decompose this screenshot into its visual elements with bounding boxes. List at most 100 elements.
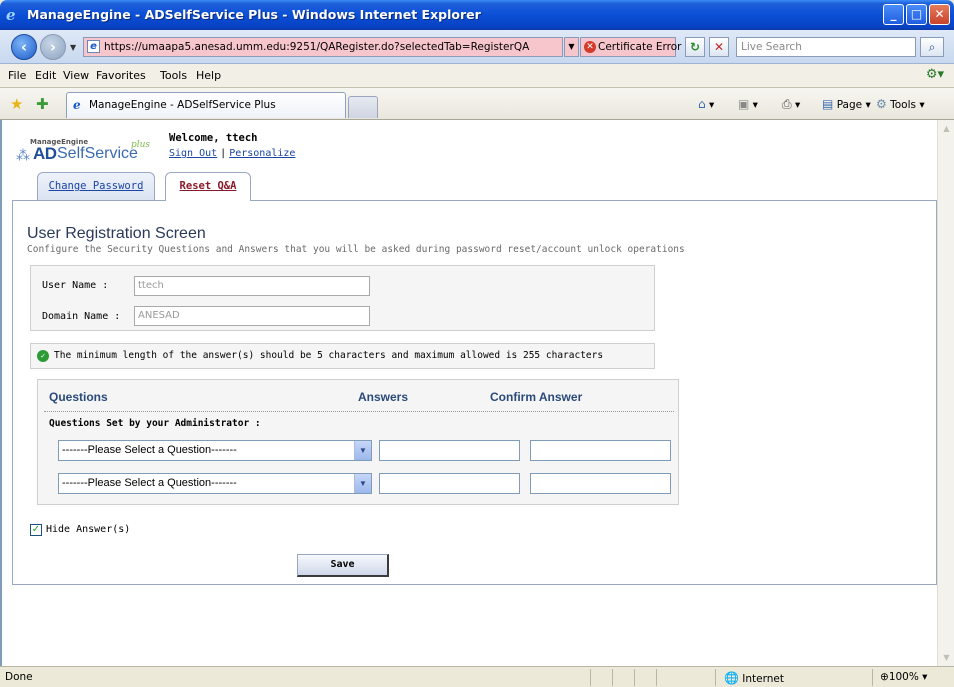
add-favorites-icon[interactable]: ✚ [36, 95, 49, 113]
globe-icon: 🌐 [724, 671, 739, 685]
url-dropdown-button[interactable]: ▼ [564, 37, 579, 57]
menu-tools[interactable]: Tools [160, 69, 187, 82]
page-title: User Registration Screen [27, 225, 206, 242]
question-select-2-value: -------Please Select a Question------- [62, 477, 237, 489]
stop-button[interactable]: ✕ [709, 37, 729, 57]
chevron-down-icon[interactable]: ▼ [354, 441, 371, 460]
feeds-icon[interactable]: ▣ ▾ [738, 97, 758, 111]
back-button[interactable]: ‹ [11, 34, 37, 60]
header-divider [44, 411, 674, 412]
maximize-button[interactable]: □ [906, 4, 927, 25]
question-select-2[interactable]: -------Please Select a Question------- ▼ [58, 473, 372, 494]
zoom-level: 100% [888, 671, 919, 683]
user-name-label: User Name : [42, 280, 109, 291]
windows-live-toolbar-icon[interactable]: ⚙▾ [926, 67, 944, 82]
personalize-link[interactable]: Personalize [229, 148, 295, 159]
answer-field-1[interactable] [379, 440, 520, 461]
certificate-error-label: Certificate Error [598, 41, 682, 53]
tools-menu-label: Tools [890, 99, 916, 111]
certificate-error-button[interactable]: ✕ Certificate Error [580, 37, 681, 57]
status-text: Done [5, 671, 33, 683]
menu-edit[interactable]: Edit [35, 69, 56, 82]
scroll-down-icon[interactable]: ▼ [940, 651, 953, 664]
scroll-up-icon[interactable]: ▲ [940, 122, 953, 135]
zoom-icon: ⊕ [880, 671, 889, 683]
browser-tab-label: ManageEngine - ADSelfService Plus [89, 99, 276, 111]
hide-answers-label: Hide Answer(s) [46, 524, 131, 535]
sign-out-link[interactable]: Sign Out [169, 148, 217, 159]
search-icon[interactable]: ⌕ [920, 37, 944, 57]
logo-ad: AD [33, 144, 57, 163]
check-circle-icon: ✓ [37, 350, 49, 362]
confirm-answer-field-1[interactable] [530, 440, 671, 461]
questions-header: Questions [49, 390, 108, 404]
answer-length-info-text: The minimum length of the answer(s) shou… [54, 350, 604, 361]
tab-change-password[interactable]: Change Password [37, 172, 155, 200]
url-input[interactable]: e https://umaapa5.anesad.umm.edu:9251/QA… [83, 37, 563, 57]
user-name-field[interactable]: ttech [134, 276, 370, 296]
page-viewport: ManageEngine ⁂ AD SelfService plus Welco… [0, 120, 954, 666]
forward-button[interactable]: › [40, 34, 66, 60]
menu-file[interactable]: File [8, 69, 26, 82]
tab-bar: ★ ✚ e ManageEngine - ADSelfService Plus … [0, 88, 954, 120]
status-divider [612, 669, 613, 686]
questions-box: Questions Answers Confirm Answer Questio… [37, 379, 679, 505]
vertical-scrollbar[interactable]: ▲ ▼ [937, 120, 954, 666]
title-bar: e ManageEngine - ADSelfService Plus - Wi… [0, 0, 954, 30]
favorites-star-icon[interactable]: ★ [10, 95, 23, 113]
live-search-input[interactable]: Live Search [736, 37, 916, 57]
domain-name-field[interactable]: ANESAD [134, 306, 370, 326]
new-tab-button[interactable] [348, 96, 378, 118]
page-subtitle: Configure the Security Questions and Ans… [27, 244, 685, 255]
home-icon[interactable]: ⌂ ▾ [698, 97, 714, 111]
tools-gear-icon: ⚙ [876, 97, 887, 111]
close-button[interactable]: ✕ [929, 4, 950, 25]
tab-reset-qa[interactable]: Reset Q&A [165, 172, 251, 201]
live-search-placeholder: Live Search [741, 41, 802, 53]
minimize-button[interactable]: _ [883, 4, 904, 25]
status-bar: Done 🌐 Internet ⊕100% ▾ [0, 666, 954, 687]
domain-name-label: Domain Name : [42, 311, 121, 322]
security-zone[interactable]: 🌐 Internet [724, 671, 784, 685]
welcome-text: Welcome, ttech [169, 132, 258, 144]
status-divider [715, 669, 716, 686]
question-select-1-value: -------Please Select a Question------- [62, 444, 237, 456]
menu-favorites[interactable]: Favorites [96, 69, 146, 82]
link-separator: | [220, 148, 227, 159]
logo-product: SelfService [57, 145, 138, 162]
save-button[interactable]: Save [297, 554, 389, 577]
status-divider [872, 669, 873, 686]
status-divider [656, 669, 657, 686]
browser-tab-active[interactable]: e ManageEngine - ADSelfService Plus [66, 92, 346, 118]
zoom-control[interactable]: ⊕100% ▾ [880, 671, 927, 683]
window-title: ManageEngine - ADSelfService Plus - Wind… [27, 7, 481, 22]
tab-page-icon: e [73, 98, 81, 112]
chevron-down-icon[interactable]: ▼ [354, 474, 371, 493]
answer-length-info: ✓ The minimum length of the answer(s) sh… [30, 343, 655, 369]
logo-plus: plus [131, 140, 151, 150]
confirm-answer-field-2[interactable] [530, 473, 671, 494]
answer-field-2[interactable] [379, 473, 520, 494]
logo-mark-icon: ⁂ [16, 148, 30, 164]
address-bar: ‹ › ▼ e https://umaapa5.anesad.umm.edu:9… [0, 30, 954, 64]
status-divider [634, 669, 635, 686]
history-dropdown-icon[interactable]: ▼ [70, 43, 76, 52]
page-menu-icon: ▤ [822, 97, 834, 111]
tools-menu-button[interactable]: ⚙ Tools ▾ [876, 97, 925, 111]
menu-help[interactable]: Help [196, 69, 221, 82]
status-divider [590, 669, 591, 686]
print-icon[interactable]: ⎙ ▾ [782, 97, 800, 112]
url-text: https://umaapa5.anesad.umm.edu:9251/QARe… [104, 41, 530, 53]
question-select-1[interactable]: -------Please Select a Question------- ▼ [58, 440, 372, 461]
page-menu-button[interactable]: ▤ Page ▾ [822, 97, 871, 111]
answers-header: Answers [358, 390, 409, 404]
adselfservice-logo: ManageEngine ⁂ AD SelfService plus [16, 138, 150, 168]
refresh-button[interactable]: ↻ [685, 37, 705, 57]
ie-logo-icon: e [6, 6, 16, 24]
page-icon: e [87, 40, 100, 53]
admin-questions-label: Questions Set by your Administrator : [49, 418, 261, 429]
hide-answers-checkbox[interactable]: ✓ [30, 524, 42, 536]
security-zone-label: Internet [742, 673, 784, 685]
menu-view[interactable]: View [63, 69, 89, 82]
user-info-box: User Name : ttech Domain Name : ANESAD [30, 265, 655, 331]
